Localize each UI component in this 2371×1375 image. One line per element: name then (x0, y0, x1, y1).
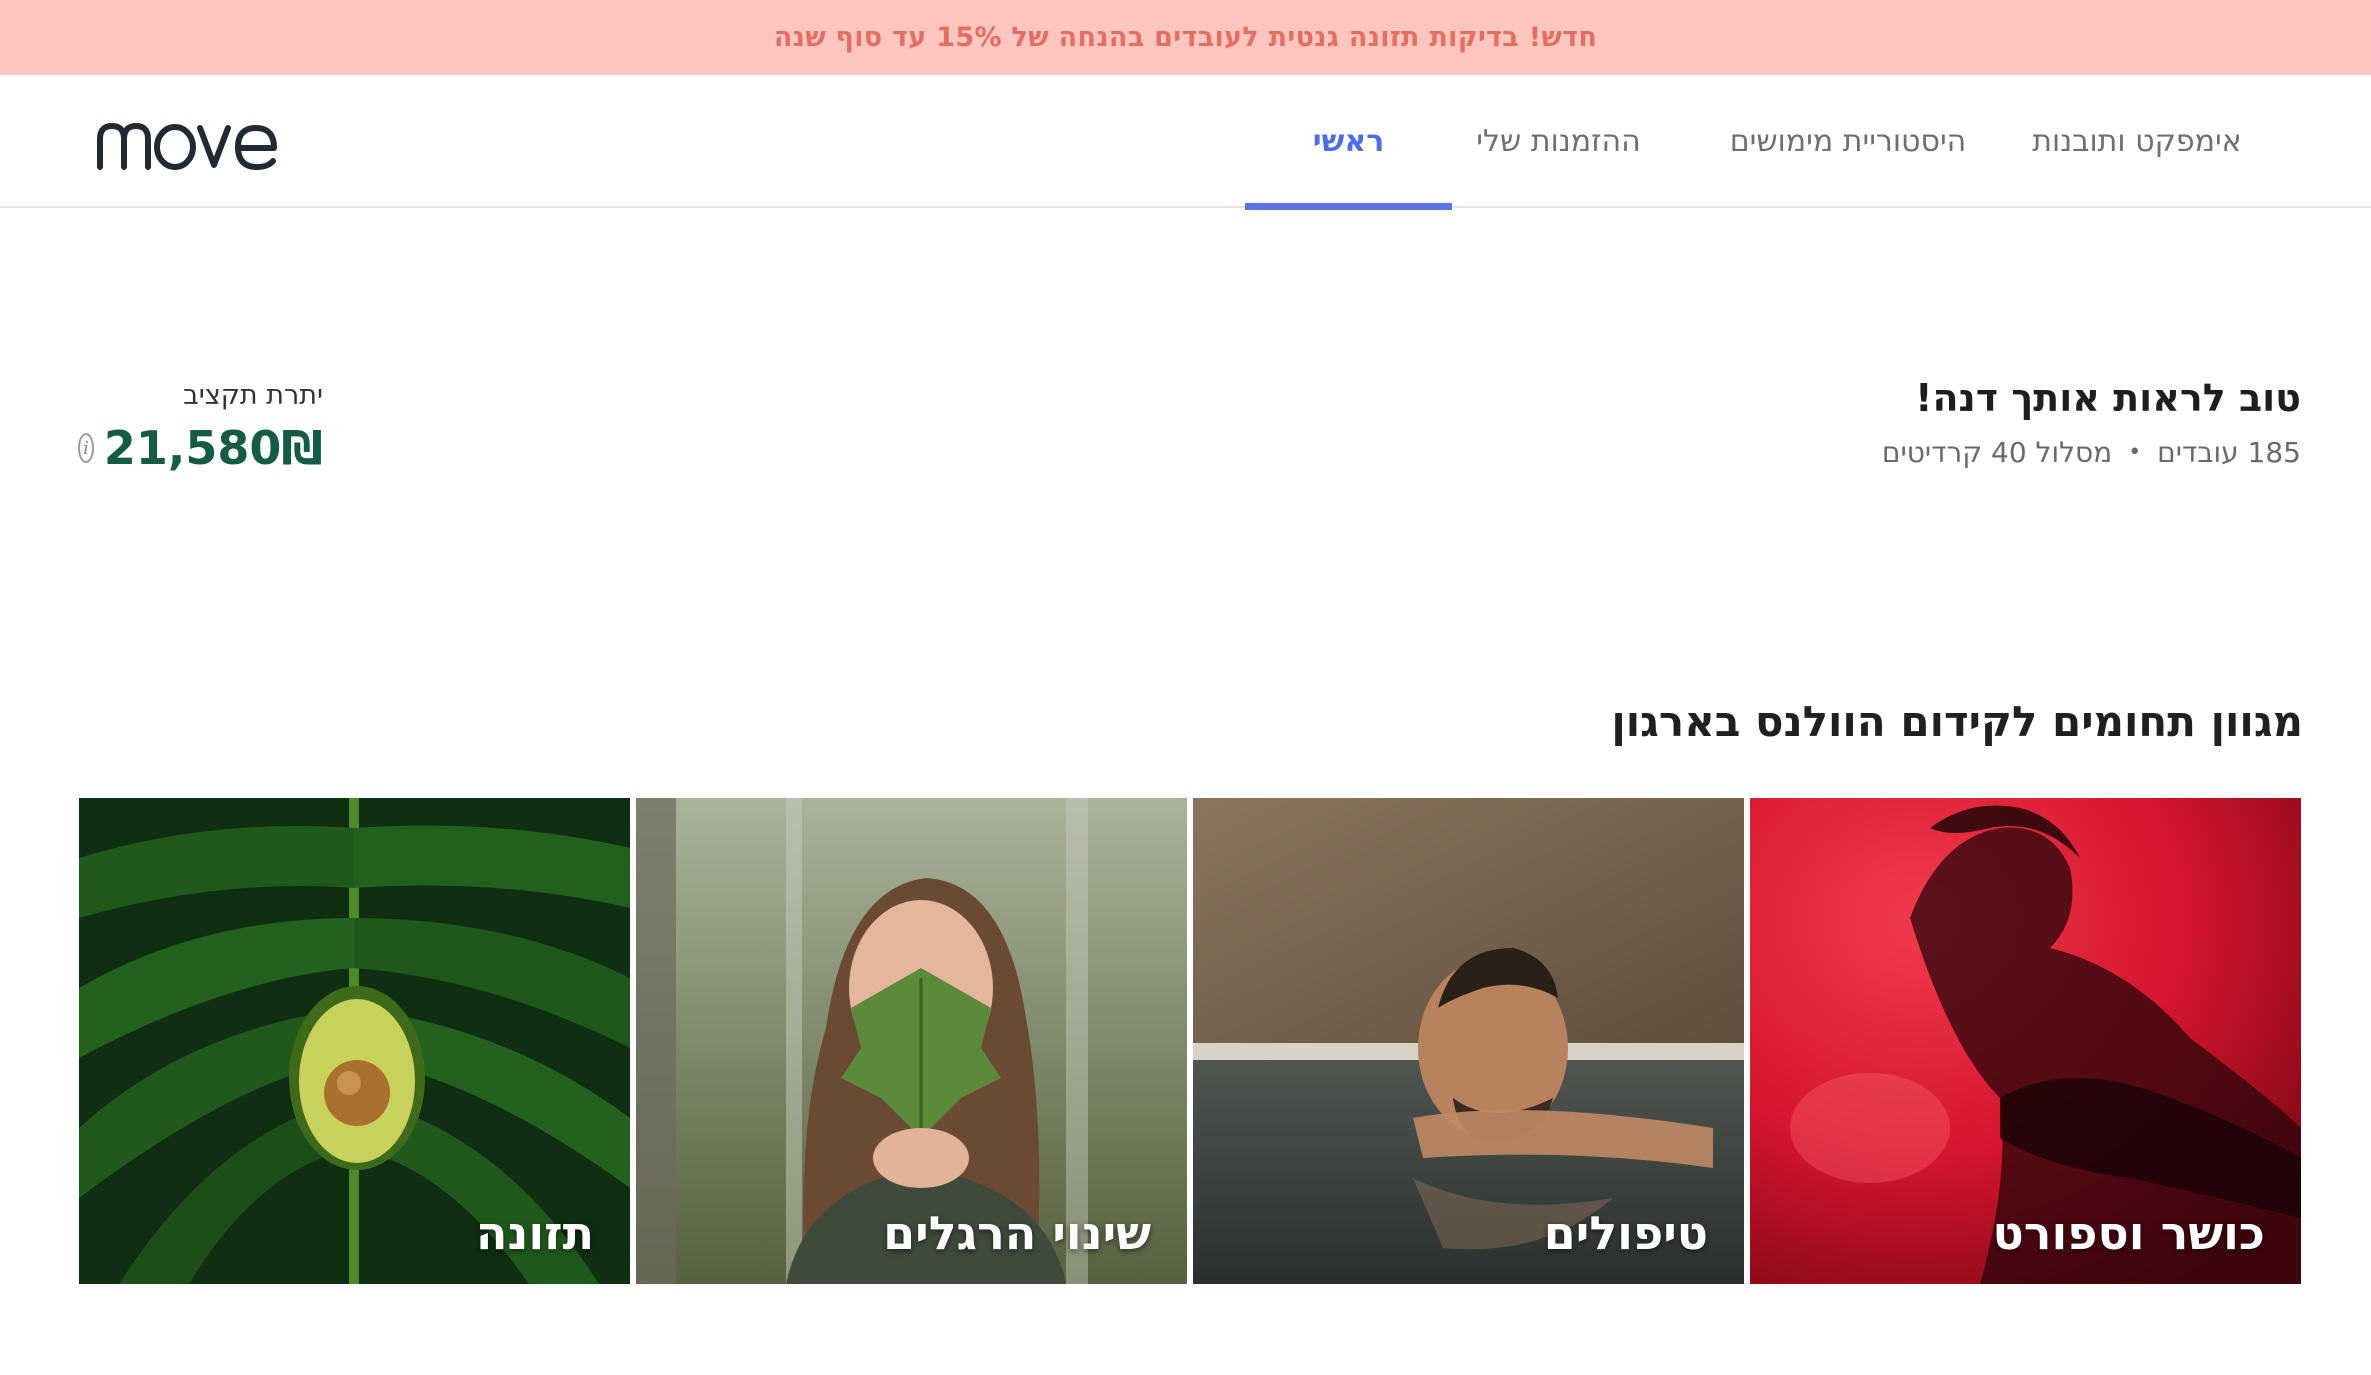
tab-home-label: ראשי (1312, 124, 1385, 159)
category-label-fitness: כושר וספורט (1992, 1206, 2265, 1260)
info-icon[interactable]: i (78, 433, 94, 463)
tab-redemption-history-label: היסטוריית מימושים (1729, 124, 1967, 159)
tab-impact-insights[interactable]: אימפקט ותובנות (2031, 75, 2243, 208)
category-card-nutrition[interactable]: תזונה (79, 798, 630, 1284)
tab-impact-insights-label: אימפקט ותובנות (2032, 124, 2242, 159)
category-cards: כושר וספורט טיפולים שינוי הרגלים תזונה (79, 798, 2303, 1284)
meta-separator: • (2128, 440, 2142, 465)
main-tabs: ראשי ההזמנות שלי היסטוריית מימושים אימפק… (1245, 75, 2301, 210)
move-logo[interactable] (96, 117, 291, 173)
tab-redemption-history[interactable]: היסטוריית מימושים (1723, 75, 1973, 208)
greeting-title: טוב לראות אותך דנה! (1915, 376, 2301, 420)
budget-label: יתרת תקציב (183, 380, 323, 411)
org-meta: 185 עובדים • מסלול 40 קרדיטים (1882, 436, 2301, 469)
category-card-fitness[interactable]: כושר וספורט (1750, 798, 2301, 1284)
employee-count: 185 עובדים (2157, 436, 2301, 469)
categories-title: מגוון תחומים לקידום הוולנס בארגון (1611, 697, 2303, 746)
greeting-block: טוב לראות אותך דנה! 185 עובדים • מסלול 4… (1882, 372, 2301, 469)
tab-home[interactable]: ראשי (1245, 75, 1452, 210)
tab-my-orders[interactable]: ההזמנות שלי (1452, 75, 1665, 208)
category-label-treatments: טיפולים (1543, 1206, 1708, 1260)
category-card-habits[interactable]: שינוי הרגלים (636, 798, 1187, 1284)
plan-name: מסלול 40 קרדיטים (1881, 436, 2113, 469)
announcement-text: חדש! בדיקות תזונה גנטית לעובדים בהנחה של… (773, 22, 1598, 53)
category-label-habits: שינוי הרגלים (883, 1206, 1151, 1260)
category-card-treatments[interactable]: טיפולים (1193, 798, 1744, 1284)
budget-balance: יתרת תקציב 21,580₪ i (78, 378, 323, 476)
announcement-banner[interactable]: חדש! בדיקות תזונה גנטית לעובדים בהנחה של… (0, 0, 2371, 75)
tab-my-orders-label: ההזמנות שלי (1476, 124, 1641, 159)
top-navigation: ראשי ההזמנות שלי היסטוריית מימושים אימפק… (0, 75, 2371, 210)
budget-amount-row: 21,580₪ i (78, 420, 323, 476)
budget-amount: 21,580₪ (103, 421, 323, 475)
category-label-nutrition: תזונה (475, 1206, 594, 1260)
